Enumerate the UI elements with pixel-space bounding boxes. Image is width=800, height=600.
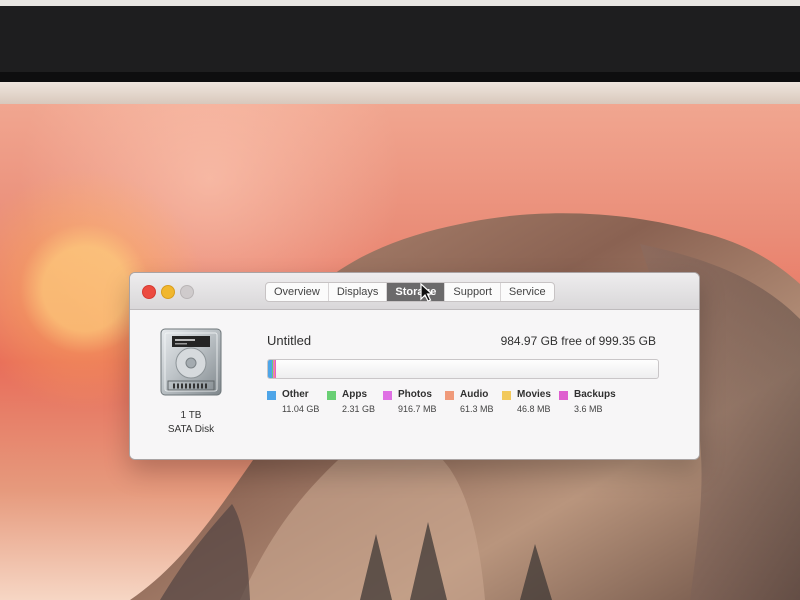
close-button[interactable] bbox=[142, 285, 156, 299]
legend-label-other: Other bbox=[282, 389, 309, 400]
hard-disk-icon bbox=[160, 328, 222, 396]
legend-label-apps: Apps bbox=[342, 389, 367, 400]
legend-size-apps: 2.31 GB bbox=[342, 404, 376, 414]
volume-name: Untitled bbox=[267, 333, 312, 348]
audio-color-swatch bbox=[445, 391, 454, 400]
legend-size-backups: 3.6 MB bbox=[574, 404, 603, 414]
about-this-mac-window[interactable]: Overview Displays Storage Support Servic… bbox=[129, 272, 700, 460]
apps-color-swatch bbox=[327, 391, 336, 400]
movies-color-swatch bbox=[502, 391, 511, 400]
mouse-pointer-icon bbox=[420, 283, 433, 302]
legend-size-photos: 916.7 MB bbox=[398, 404, 437, 414]
disk-type: SATA Disk bbox=[167, 424, 215, 435]
storage-usage-fill bbox=[268, 360, 276, 378]
tab-overview[interactable]: Overview bbox=[266, 283, 329, 301]
about-tab-bar: Overview Displays Storage Support Servic… bbox=[265, 282, 555, 302]
screen-top-strip bbox=[0, 82, 800, 104]
legend-size-audio: 61.3 MB bbox=[460, 404, 494, 414]
tab-support[interactable]: Support bbox=[445, 283, 501, 301]
free-space-summary: 984.97 GB free of 999.35 GB bbox=[500, 334, 656, 348]
photos-color-swatch bbox=[383, 391, 392, 400]
zoom-button[interactable] bbox=[180, 285, 194, 299]
legend-label-backups: Backups bbox=[574, 389, 616, 400]
other-color-swatch bbox=[267, 391, 276, 400]
tab-service[interactable]: Service bbox=[501, 283, 554, 301]
legend-size-other: 11.04 GB bbox=[282, 404, 320, 414]
legend-label-photos: Photos bbox=[398, 389, 432, 400]
monitor-bezel bbox=[0, 0, 800, 82]
window-titlebar: Overview Displays Storage Support Servic… bbox=[130, 273, 699, 310]
disk-capacity: 1 TB bbox=[180, 410, 202, 421]
legend-label-audio: Audio bbox=[460, 389, 489, 400]
tab-displays[interactable]: Displays bbox=[329, 283, 388, 301]
disk-description: 1 TB SATA Disk bbox=[151, 409, 231, 437]
backups-color-swatch bbox=[559, 391, 568, 400]
minimize-button[interactable] bbox=[161, 285, 175, 299]
storage-usage-bar bbox=[267, 359, 659, 379]
storage-legend: Other 11.04 GB Apps 2.31 GB Photos 916.7… bbox=[267, 389, 657, 423]
legend-size-movies: 46.8 MB bbox=[517, 404, 551, 414]
legend-label-movies: Movies bbox=[517, 389, 551, 400]
tab-storage[interactable]: Storage bbox=[387, 283, 446, 301]
usage-segment-backups bbox=[275, 360, 276, 378]
storage-panel: 1 TB SATA Disk Untitled 984.97 GB free o… bbox=[130, 310, 699, 459]
